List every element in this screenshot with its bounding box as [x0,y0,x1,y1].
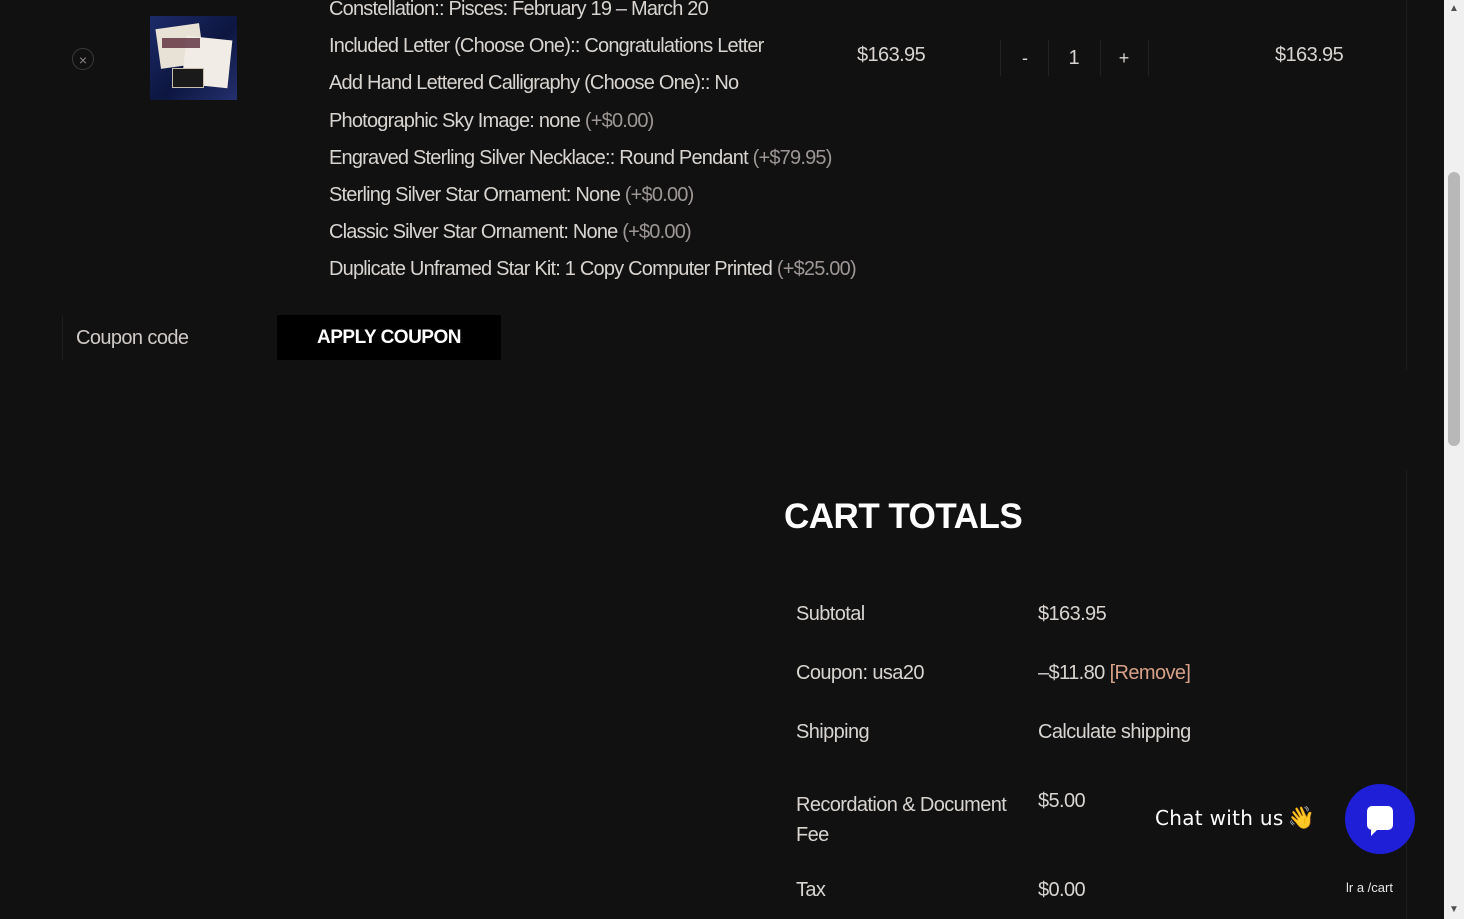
totals-label: Recordation & Document Fee [796,794,1007,846]
meta-price-add: (+$0.00) [624,183,694,206]
meta-price-add: (+$79.95) [752,146,833,169]
quantity-stepper: - 1 + [1000,40,1150,76]
chat-bubble-icon [1367,806,1393,836]
item-meta: Duplicate Unframed Star Kit: 1 Copy Comp… [329,258,857,281]
product-thumbnail[interactable] [150,16,237,100]
item-meta: Engraved Sterling Silver Necklace:: Roun… [329,146,833,169]
totals-label: Shipping [796,721,870,743]
totals-value: $5.00 [1038,790,1086,812]
cart-totals-title: CART TOTALS [784,497,1023,536]
chat-launcher-button[interactable] [1345,784,1415,854]
meta-price-add: (+$25.00) [776,258,857,281]
item-meta: Sterling Silver Star Ornament: None (+$0… [329,183,694,206]
totals-value: $163.95 [1038,603,1107,625]
item-meta: Included Letter (Choose One):: Congratul… [329,35,764,58]
table-border [1406,0,1407,370]
thumbnail-card [172,68,204,88]
item-meta-list: Constellation:: Pisces: February 19 – Ma… [329,0,857,289]
totals-label: Subtotal [796,603,865,625]
item-meta: Photographic Sky Image: none (+$0.00) [329,109,654,132]
page-scrollbar[interactable]: ▲ ▼ [1444,0,1464,919]
apply-coupon-button[interactable]: APPLY COUPON [277,315,501,360]
quantity-decrease-button[interactable]: - [1001,40,1049,76]
chat-prompt[interactable]: Chat with us 👋 [1155,806,1315,831]
totals-label: Coupon: usa20 [796,662,924,684]
coupon-code-input[interactable] [62,316,276,360]
table-border [1406,470,1407,919]
stepper-divider [1148,40,1149,76]
cart-page: × Constellation:: Pisces: February 19 – … [0,0,1444,919]
wave-icon: 👋 [1287,806,1316,831]
status-url: lr a /cart [1346,880,1393,895]
remove-item-button[interactable]: × [72,48,94,70]
item-subtotal: $163.95 [1275,44,1344,66]
scroll-down-arrow-icon[interactable]: ▼ [1444,901,1464,919]
quantity-increase-button[interactable]: + [1100,40,1148,76]
totals-value: –$11.80 [Remove] [1038,662,1191,685]
quantity-input[interactable]: 1 [1049,40,1099,76]
meta-price-add: (+$0.00) [584,109,654,132]
scrollbar-thumb[interactable] [1448,172,1460,446]
remove-coupon-link[interactable]: [Remove] [1110,662,1191,684]
item-meta: Constellation:: Pisces: February 19 – Ma… [329,0,709,20]
scroll-up-arrow-icon[interactable]: ▲ [1444,0,1464,18]
totals-value: $0.00 [1038,879,1086,901]
calculate-shipping-link[interactable]: Calculate shipping [1038,721,1191,744]
thumbnail-mark [162,38,200,48]
item-meta: Add Hand Lettered Calligraphy (Choose On… [329,72,739,95]
meta-price-add: (+$0.00) [622,221,691,244]
coupon-discount: –$11.80 [1038,662,1105,684]
totals-label: Tax [796,879,826,901]
item-meta: Classic Silver Star Ornament: None (+$0.… [329,221,692,244]
item-price: $163.95 [857,44,926,66]
